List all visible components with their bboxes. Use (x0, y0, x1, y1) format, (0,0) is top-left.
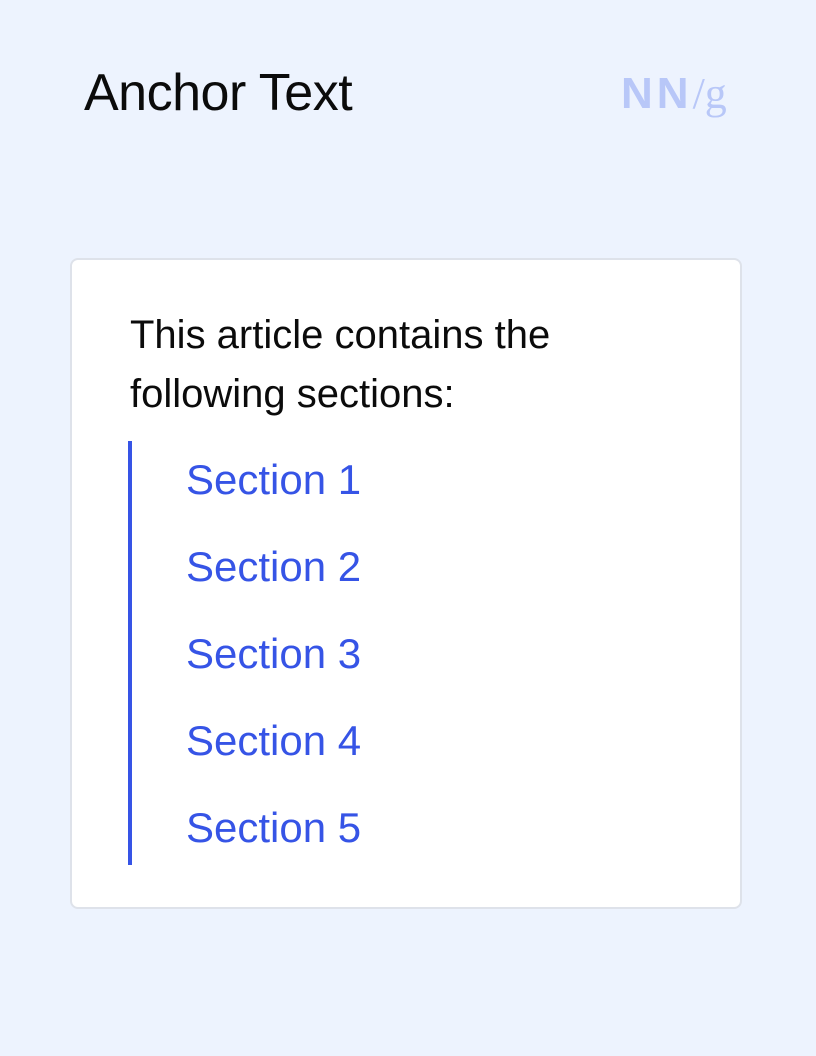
page-title: Anchor Text (84, 64, 353, 122)
nng-logo: NN/g (621, 68, 727, 121)
section-link-1[interactable]: Section 1 (186, 455, 361, 505)
section-link-3[interactable]: Section 3 (186, 629, 361, 679)
section-link-5[interactable]: Section 5 (186, 803, 361, 853)
toc-intro-text: This article contains the following sect… (130, 313, 551, 416)
logo-nn: NN (621, 69, 693, 118)
section-link-2[interactable]: Section 2 (186, 542, 361, 592)
section-link-4[interactable]: Section 4 (186, 716, 361, 766)
logo-g: g (704, 69, 727, 118)
logo-slash: / (692, 69, 705, 118)
section-anchor-list: Section 1 Section 2 Section 3 Section 4 … (128, 441, 528, 865)
